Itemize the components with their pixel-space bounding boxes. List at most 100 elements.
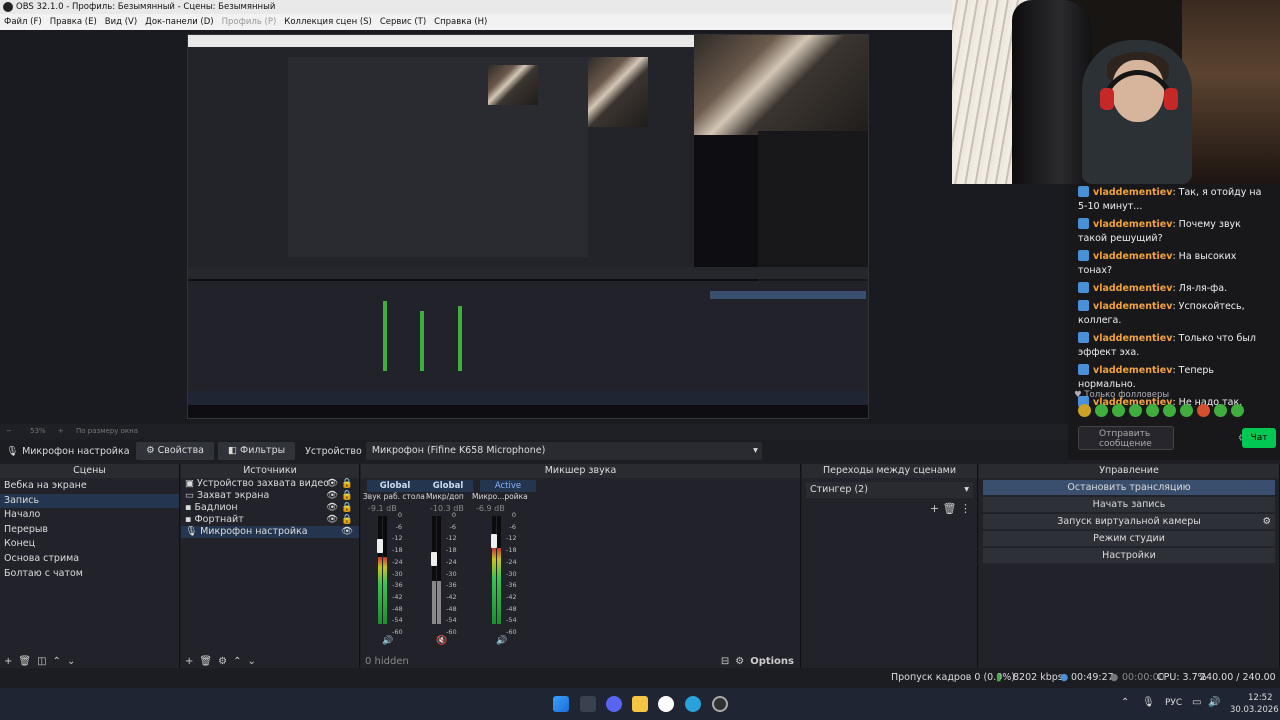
source-item[interactable]: ▭ Захват экрана 👁 🔒 <box>181 490 359 502</box>
add-icon[interactable]: + <box>930 502 939 515</box>
chevron-up-icon[interactable]: ⌃ <box>1121 697 1129 708</box>
window-title-bar: OBS 32.1.0 - Профиль: Безымянный - Сцены… <box>0 0 952 14</box>
scale-tick: -24 <box>446 557 457 566</box>
options-button[interactable]: Options <box>750 656 794 667</box>
add-icon[interactable]: + <box>4 656 12 667</box>
layout-icon[interactable]: ⊟ <box>721 656 729 667</box>
badge-icon <box>1078 300 1089 311</box>
clock-date[interactable]: 30.03.2026 <box>1230 705 1279 715</box>
properties-button[interactable]: ⚙ Свойства <box>136 442 215 460</box>
trash-icon[interactable]: 🗑 <box>18 656 31 667</box>
volume-slider-handle[interactable] <box>491 534 497 548</box>
meter-scale: 0 -6 -12 -18 -24 -30 -36 -42 -48 -54 -60 <box>446 510 457 639</box>
source-item[interactable]: ▣ Устройство захвата видео 👁 🔒 <box>181 478 359 490</box>
move-down-icon[interactable]: ⌄ <box>67 656 75 667</box>
scale-tick: -42 <box>446 592 457 601</box>
scene-item[interactable]: Вебка на экране <box>0 479 179 494</box>
more-icon[interactable]: ⋮ <box>960 502 971 515</box>
add-icon[interactable]: + <box>185 656 193 667</box>
gear-icon[interactable]: ⚙ <box>735 656 744 667</box>
obs-logo-icon <box>3 2 13 12</box>
scene-item-active[interactable]: Запись <box>0 493 179 509</box>
zoom-in-button[interactable]: + <box>58 427 64 435</box>
window-title: OBS 32.1.0 - Профиль: Безымянный - Сцены… <box>16 2 276 12</box>
gear-icon[interactable]: ⚙ <box>218 656 227 667</box>
emote-bar[interactable] <box>1078 404 1244 417</box>
chat-message: vladdementiev: Только что был эффект эха… <box>1078 332 1256 358</box>
filter-icon[interactable]: ◫ <box>37 656 46 667</box>
scene-item[interactable]: Перерыв <box>0 523 179 538</box>
move-down-icon[interactable]: ⌄ <box>247 656 255 667</box>
move-up-icon[interactable]: ⌃ <box>233 656 241 667</box>
clock-time[interactable]: 12:52 <box>1248 693 1273 703</box>
trash-icon[interactable]: 🗑 <box>199 656 212 667</box>
sources-footer: + 🗑 ⚙ ⌃ ⌄ <box>181 654 359 668</box>
webcam-overlay <box>952 0 1280 184</box>
telegram-icon[interactable] <box>685 696 701 712</box>
scene-item[interactable]: Болтаю с чатом <box>0 567 179 582</box>
source-item[interactable]: ▪ Бадлион 👁 🔒 <box>181 502 359 514</box>
speaker-icon[interactable]: 🔊 <box>382 636 393 646</box>
source-item[interactable]: ▪ Фортнайт 👁 🔒 <box>181 514 359 526</box>
scale-tick: 0 <box>451 511 456 519</box>
scale-tick: -6 <box>395 522 402 531</box>
speaker-icon[interactable]: 🔊 <box>496 636 507 646</box>
filters-button[interactable]: ◧ Фильтры <box>218 442 296 460</box>
scale-tick: -60 <box>446 628 457 637</box>
menu-help[interactable]: Справка (H) <box>434 14 487 30</box>
channel-name[interactable]: Микр/доп <box>426 492 464 501</box>
monitor-icon[interactable]: ▭ <box>1192 697 1201 708</box>
scene-item[interactable]: Начало <box>0 508 179 523</box>
folder-icon[interactable] <box>632 696 648 712</box>
scene-item[interactable]: Конец <box>0 537 179 552</box>
transition-select[interactable]: Стингер (2) ▾ <box>806 482 973 498</box>
menu-view[interactable]: Вид (V) <box>105 14 137 30</box>
speaker-muted-icon[interactable]: 🔇 <box>436 636 447 646</box>
signal-icon: ▮ <box>996 672 1002 683</box>
volume-icon[interactable]: 🔊 <box>1208 697 1220 708</box>
move-up-icon[interactable]: ⌃ <box>53 656 61 667</box>
chat-send-button[interactable]: Чат <box>1242 428 1276 448</box>
gear-icon[interactable]: ⚙ <box>1262 514 1271 529</box>
scenes-title: Сцены <box>0 464 179 478</box>
source-toolbar: 🎙 Микрофон настройка ⚙ Свойства ◧ Фильтр… <box>0 440 1068 462</box>
scene-item[interactable]: Основа стрима <box>0 552 179 567</box>
transitions-title: Переходы между сценами <box>802 464 977 478</box>
device-select[interactable]: Микрофон (Fifine K658 Microphone) ▾ <box>365 442 762 460</box>
volume-slider-handle[interactable] <box>377 539 383 553</box>
source-item-active[interactable]: 🎙 Микрофон настройка 👁 <box>181 526 359 538</box>
sources-dock: Источники ▣ Устройство захвата видео 👁 🔒 … <box>181 464 360 668</box>
volume-slider-handle[interactable] <box>431 552 437 566</box>
settings-button[interactable]: Настройки <box>983 548 1275 563</box>
menu-scene-collection[interactable]: Коллекция сцен (S) <box>284 14 372 30</box>
language-indicator[interactable]: РУС <box>1165 698 1182 708</box>
menu-bar: Файл (F) Правка (E) Вид (V) Док-панели (… <box>0 14 952 30</box>
menu-edit[interactable]: Правка (E) <box>50 14 97 30</box>
channel-name[interactable]: Звук раб. стола <box>363 492 425 501</box>
yandex-browser-icon[interactable] <box>658 696 674 712</box>
studio-mode-button[interactable]: Режим студии <box>983 531 1275 546</box>
scale-tick: -12 <box>392 534 403 543</box>
channel-name[interactable]: Микро...ройка <box>472 492 528 501</box>
scale-tick: -30 <box>446 569 457 578</box>
microphone-icon[interactable]: 🎙 <box>1142 697 1155 708</box>
start-virtual-camera-button[interactable]: Запуск виртуальной камеры ⚙ <box>983 514 1275 529</box>
channel-badge: Global <box>367 480 423 492</box>
controls-dock: Управление Остановить трансляцию Начать … <box>979 464 1280 668</box>
chevron-down-icon: ▾ <box>964 484 969 495</box>
obs-icon[interactable] <box>712 696 728 712</box>
menu-docks[interactable]: Док-панели (D) <box>145 14 213 30</box>
menu-tools[interactable]: Сервис (T) <box>380 14 426 30</box>
menu-file[interactable]: Файл (F) <box>4 14 42 30</box>
windows-start-icon[interactable] <box>553 696 569 712</box>
zoom-out-button[interactable]: − <box>6 427 12 435</box>
chat-input[interactable]: Отправить сообщение <box>1078 426 1174 450</box>
zoom-fit-select[interactable]: По размеру окна <box>76 427 138 435</box>
calculator-icon[interactable] <box>580 696 596 712</box>
start-recording-button[interactable]: Начать запись <box>983 497 1275 512</box>
scale-tick: -18 <box>506 546 517 555</box>
stop-streaming-button[interactable]: Остановить трансляцию <box>983 480 1275 495</box>
trash-icon[interactable]: 🗑 <box>943 502 957 515</box>
preview-canvas[interactable] <box>187 34 869 419</box>
discord-icon[interactable] <box>606 696 622 712</box>
